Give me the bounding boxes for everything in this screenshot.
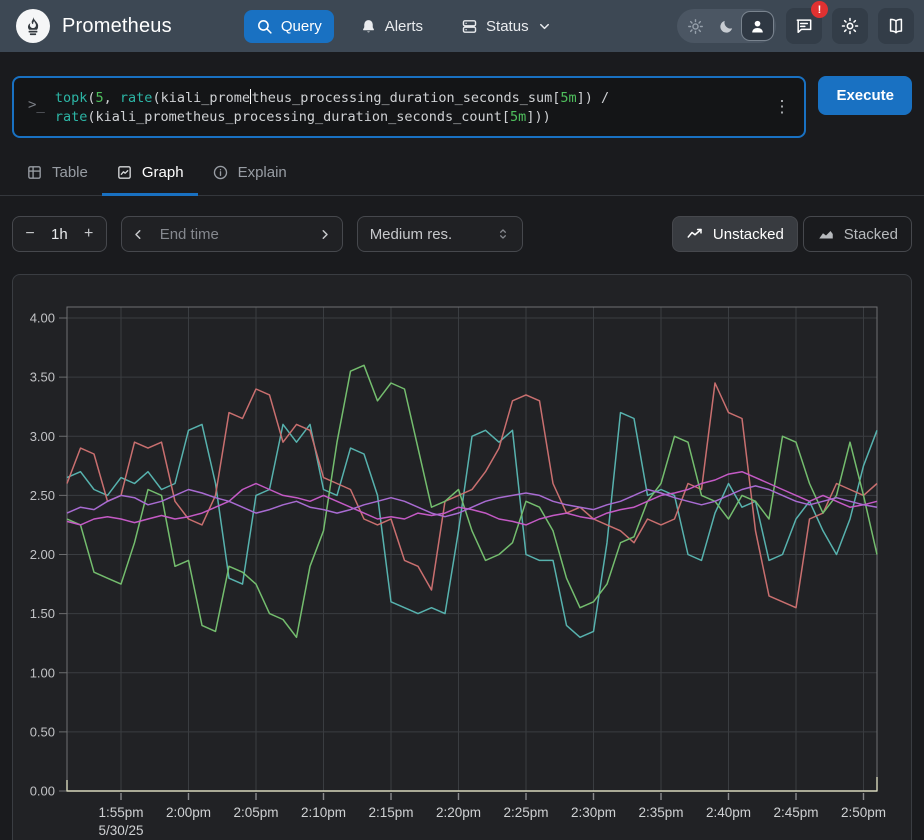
tab-explain-label: Explain [238,164,287,181]
nav-query-label: Query [281,18,322,35]
range-increase-button[interactable]: + [72,217,106,251]
query-section: >_ topk(5, rate(kiali_prometheus_process… [0,52,924,138]
graph-icon [116,164,133,181]
unstacked-label: Unstacked [713,226,784,243]
chevron-right-icon [317,227,332,242]
svg-text:2.00: 2.00 [30,547,55,562]
server-icon [461,18,478,35]
svg-text:0.50: 0.50 [30,724,55,739]
theme-toggle [677,9,776,43]
chart-panel: 4.00 3.50 3.00 2.50 2.00 1.50 1.00 0.50 0.00 1:55… [12,274,912,840]
chevron-left-icon [131,227,146,242]
notifications-button[interactable]: ! [786,8,822,44]
svg-text:1.00: 1.00 [30,665,55,680]
svg-text:1.50: 1.50 [30,606,55,621]
nav-status-button[interactable]: Status [449,10,564,43]
book-icon [886,16,906,36]
nav-status-label: Status [486,18,529,35]
tab-graph-label: Graph [142,164,184,181]
end-time-input[interactable]: End time [156,226,308,243]
area-chart-icon [817,225,835,243]
brand: Prometheus [16,9,172,43]
execute-button[interactable]: Execute [818,76,912,115]
tab-explain[interactable]: Explain [198,152,301,196]
gear-icon [840,16,860,36]
nav-alerts-button[interactable]: Alerts [348,10,435,43]
sun-icon [687,18,704,35]
select-chevrons-icon [496,227,510,241]
time-back-button[interactable] [122,217,156,251]
end-time-picker: End time [121,216,343,252]
editor-menu-button[interactable]: ⋮ [767,87,796,117]
notification-badge: ! [811,1,828,18]
promql-expression[interactable]: topk(5, rate(kiali_prometheus_processing… [55,87,768,127]
user-icon [749,18,766,35]
svg-text:2:00pm: 2:00pm [166,805,211,820]
svg-text:2:35pm: 2:35pm [638,805,683,820]
search-icon [256,18,273,35]
tab-table[interactable]: Table [12,152,102,196]
svg-text:3.00: 3.00 [30,429,55,444]
svg-text:2:25pm: 2:25pm [503,805,548,820]
info-icon [212,164,229,181]
svg-text:1:55pm: 1:55pm [98,805,143,820]
theme-system-option[interactable] [742,12,773,40]
main-nav: Query Alerts Status [244,10,564,43]
line-chart-icon [686,225,704,243]
svg-text:2:50pm: 2:50pm [841,805,886,820]
svg-text:3.50: 3.50 [30,370,55,385]
range-value[interactable]: 1h [47,226,72,243]
svg-text:2:30pm: 2:30pm [571,805,616,820]
prometheus-logo-icon [16,9,50,43]
bell-icon [360,18,377,35]
settings-button[interactable] [832,8,868,44]
nav-query-button[interactable]: Query [244,10,334,43]
svg-text:4.00: 4.00 [30,311,55,326]
feedback-chat-icon [794,16,814,36]
timeseries-chart[interactable]: 4.00 3.50 3.00 2.50 2.00 1.50 1.00 0.50 0.00 1:55… [13,275,911,840]
app-title: Prometheus [62,15,172,38]
svg-text:2:20pm: 2:20pm [436,805,481,820]
stacked-button[interactable]: Stacked [803,216,912,252]
svg-text:2.50: 2.50 [30,488,55,503]
terminal-prompt-icon: >_ [28,97,45,113]
stacking-toggle: Unstacked Stacked [672,216,912,252]
tab-graph[interactable]: Graph [102,152,198,196]
theme-dark-option[interactable] [711,12,742,40]
resolution-value: Medium res. [370,226,453,243]
resolution-select[interactable]: Medium res. [357,216,523,252]
table-icon [26,164,43,181]
stacked-label: Stacked [844,226,898,243]
navbar-actions: ! [677,8,914,44]
tab-table-label: Table [52,164,88,181]
svg-text:5/30/25: 5/30/25 [98,823,143,838]
time-forward-button[interactable] [308,217,342,251]
navbar: Prometheus Query Alerts Status [0,0,924,52]
svg-text:0.00: 0.00 [30,784,55,799]
theme-light-option[interactable] [680,12,711,40]
svg-text:2:10pm: 2:10pm [301,805,346,820]
range-decrease-button[interactable]: − [13,217,47,251]
graph-controls: − 1h + End time Medium res. Unstacked S [0,196,924,252]
moon-icon [718,18,735,35]
svg-text:2:45pm: 2:45pm [773,805,818,820]
chevron-down-icon [537,19,552,34]
svg-text:2:40pm: 2:40pm [706,805,751,820]
unstacked-button[interactable]: Unstacked [672,216,798,252]
nav-alerts-label: Alerts [385,18,423,35]
svg-text:2:05pm: 2:05pm [233,805,278,820]
promql-editor[interactable]: >_ topk(5, rate(kiali_prometheus_process… [12,76,806,138]
result-tabs: Table Graph Explain [0,152,924,196]
docs-button[interactable] [878,8,914,44]
svg-text:2:15pm: 2:15pm [368,805,413,820]
range-stepper: − 1h + [12,216,107,252]
